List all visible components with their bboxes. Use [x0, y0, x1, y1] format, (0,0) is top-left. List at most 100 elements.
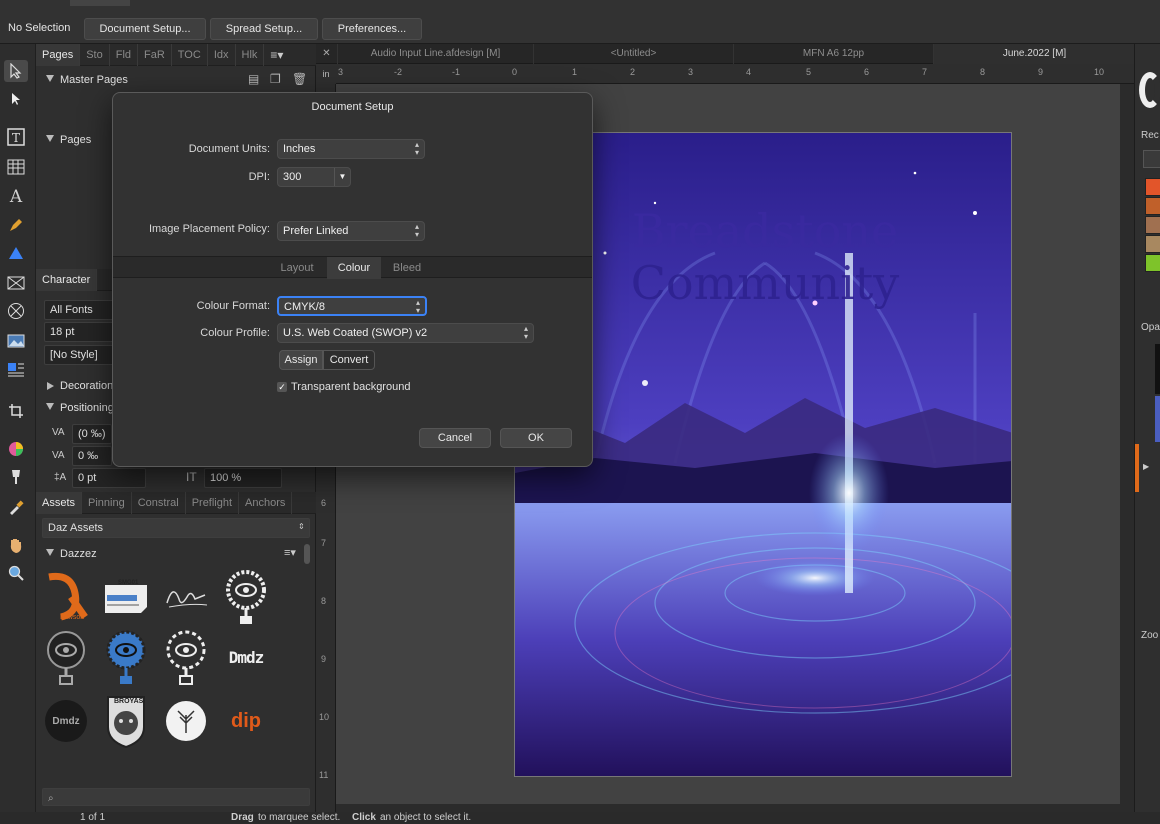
- assets-search-input[interactable]: ⌕: [42, 788, 310, 806]
- layer-thumb-1[interactable]: [1155, 344, 1160, 394]
- recent-swatch[interactable]: [1145, 178, 1160, 196]
- ok-button[interactable]: OK: [500, 428, 572, 448]
- asset-eye-badge-blue[interactable]: [98, 626, 154, 688]
- tab-constraints[interactable]: Constral: [132, 491, 186, 514]
- asset-eye-badge-dark[interactable]: [38, 626, 94, 688]
- group-menu-icon[interactable]: ≡▾: [284, 546, 296, 559]
- tab-index[interactable]: Idx: [208, 43, 236, 66]
- doc-tab-untitled[interactable]: <Untitled>: [534, 44, 734, 64]
- asset-dip-logo[interactable]: dip: [218, 690, 274, 752]
- ruler-unit[interactable]: in: [316, 64, 336, 84]
- recent-label: Rec: [1141, 130, 1159, 141]
- asset-eye-badge-outline[interactable]: [158, 626, 214, 688]
- doc-tab-mfn-a6[interactable]: MFN A6 12pp: [734, 44, 934, 64]
- baseline-field[interactable]: 0 pt: [72, 468, 146, 488]
- dazzez-group-header[interactable]: Dazzez ≡▾: [36, 544, 316, 564]
- ellipse-frame-tool-icon[interactable]: [4, 300, 28, 322]
- node-tool-icon[interactable]: [4, 88, 28, 110]
- eyedropper-tool-icon[interactable]: [4, 496, 28, 518]
- colour-format-select[interactable]: CMYK/8 ▴ ▾: [277, 296, 427, 316]
- preferences-button[interactable]: Preferences...: [322, 18, 422, 40]
- asset-signature[interactable]: [158, 566, 214, 628]
- add-master-icon[interactable]: ▤: [248, 72, 259, 86]
- color-wheel-icon[interactable]: [1139, 72, 1160, 108]
- panel-menu-icon[interactable]: ≡▾: [270, 48, 283, 62]
- asset-dmdz-circle[interactable]: Dmdz: [38, 690, 94, 752]
- trash-icon[interactable]: 🗑: [292, 72, 307, 86]
- colour-profile-select[interactable]: U.S. Web Coated (SWOP) v2 ▴ ▾: [277, 323, 534, 343]
- artistic-text-tool-icon[interactable]: A: [4, 186, 28, 208]
- document-setup-button[interactable]: Document Setup...: [84, 18, 206, 40]
- doc-tab-audio-input[interactable]: Audio Input Line.afdesign [M]: [338, 44, 534, 64]
- select-arrows-icon: ⇕: [298, 522, 305, 531]
- asset-eye-badge-white[interactable]: [218, 566, 274, 628]
- spread-setup-button[interactable]: Spread Setup...: [210, 18, 318, 40]
- vertical-scale-field[interactable]: 100 %: [204, 468, 282, 488]
- assets-category-select[interactable]: Daz Assets: [42, 518, 310, 538]
- horizontal-ruler[interactable]: 3 -2 -1 0 1 2 3 4 5 6 7 8 9 10: [336, 64, 1136, 84]
- toolbar-strip: [70, 0, 130, 6]
- color-picker-tool-icon[interactable]: [4, 438, 28, 460]
- doc-tab-june-2022[interactable]: June.2022 [M]: [934, 44, 1136, 64]
- dialog-tabs: Layout Colour Bleed: [113, 256, 592, 279]
- tab-anchors[interactable]: Anchors: [239, 491, 293, 514]
- tab-pages[interactable]: Pages: [36, 43, 81, 66]
- crop-tool-icon[interactable]: [4, 400, 28, 422]
- tab-character[interactable]: Character: [36, 268, 98, 291]
- transparent-background-checkbox[interactable]: ✓: [277, 382, 287, 392]
- recent-swatch[interactable]: [1145, 216, 1160, 234]
- dpi-field[interactable]: 300 ▼: [277, 167, 351, 187]
- swatch-none-icon[interactable]: [1143, 150, 1160, 168]
- tab-bleed[interactable]: Bleed: [381, 257, 433, 279]
- fill-tool-icon[interactable]: [4, 466, 28, 488]
- place-image-tool-icon[interactable]: [4, 330, 28, 352]
- cancel-button[interactable]: Cancel: [419, 428, 491, 448]
- tab-pinning[interactable]: Pinning: [82, 491, 132, 514]
- frame-text-tool-icon[interactable]: T: [4, 126, 28, 148]
- kerning-field[interactable]: 0 ‰: [72, 446, 112, 466]
- document-units-select[interactable]: Inches ▴ ▾: [277, 139, 425, 159]
- baseline-icon: ‡A: [54, 472, 67, 483]
- char-style-field[interactable]: [No Style]: [44, 345, 114, 365]
- tab-assets[interactable]: Assets: [36, 491, 83, 514]
- font-size-field[interactable]: 18 pt: [44, 322, 114, 342]
- document-units-label: Document Units:: [188, 143, 270, 155]
- move-tool-icon[interactable]: [4, 60, 28, 82]
- shape-tool-icon[interactable]: [4, 242, 28, 264]
- asset-lawson-logo[interactable]: Lawson: [38, 566, 94, 628]
- pen-tool-icon[interactable]: [4, 214, 28, 236]
- recent-swatch[interactable]: [1145, 235, 1160, 253]
- layer-thumb-2[interactable]: [1155, 396, 1160, 442]
- recent-swatch[interactable]: [1145, 197, 1160, 215]
- tracking-field[interactable]: (0 ‰): [72, 424, 112, 444]
- status-click-text: an object to select it.: [380, 812, 472, 823]
- image-placement-select[interactable]: Prefer Linked ▴ ▾: [277, 221, 425, 241]
- tab-preflight[interactable]: Preflight: [186, 491, 240, 514]
- tab-find-replace[interactable]: FaR: [138, 43, 172, 66]
- duplicate-master-icon[interactable]: ❐: [270, 72, 281, 86]
- zoom-tool-icon[interactable]: [4, 562, 28, 584]
- text-wrap-tool-icon[interactable]: [4, 358, 28, 380]
- picture-frame-tool-icon[interactable]: [4, 272, 28, 294]
- asset-tree-circle[interactable]: [158, 690, 214, 752]
- asset-broyas-shield[interactable]: BROYAS: [98, 690, 154, 752]
- tab-fields[interactable]: Fld: [110, 43, 138, 66]
- tab-hyperlinks[interactable]: Hlk: [236, 43, 265, 66]
- font-family-field[interactable]: All Fonts: [44, 300, 114, 320]
- tab-toc[interactable]: TOC: [172, 43, 208, 66]
- convert-button[interactable]: Convert: [323, 350, 375, 370]
- cover-title-line2: Community: [631, 256, 900, 310]
- table-tool-icon[interactable]: [4, 156, 28, 178]
- assets-scrollbar[interactable]: [304, 544, 310, 564]
- master-pages-header[interactable]: Master Pages ▤ ❐ 🗑: [36, 70, 316, 90]
- tab-colour[interactable]: Colour: [327, 257, 381, 279]
- tab-layout[interactable]: Layout: [267, 257, 327, 279]
- assign-button[interactable]: Assign: [279, 350, 323, 370]
- hand-tool-icon[interactable]: [4, 534, 28, 556]
- recent-swatch[interactable]: [1145, 254, 1160, 272]
- asset-dmdz-wordmark[interactable]: Dmdz: [218, 626, 274, 688]
- tab-stories[interactable]: Sto: [80, 43, 110, 66]
- asset-smg-logo[interactable]: SMG01: [98, 566, 154, 628]
- close-tab-icon[interactable]: ✕: [316, 44, 338, 64]
- layer-expand-icon[interactable]: ▶: [1143, 462, 1149, 471]
